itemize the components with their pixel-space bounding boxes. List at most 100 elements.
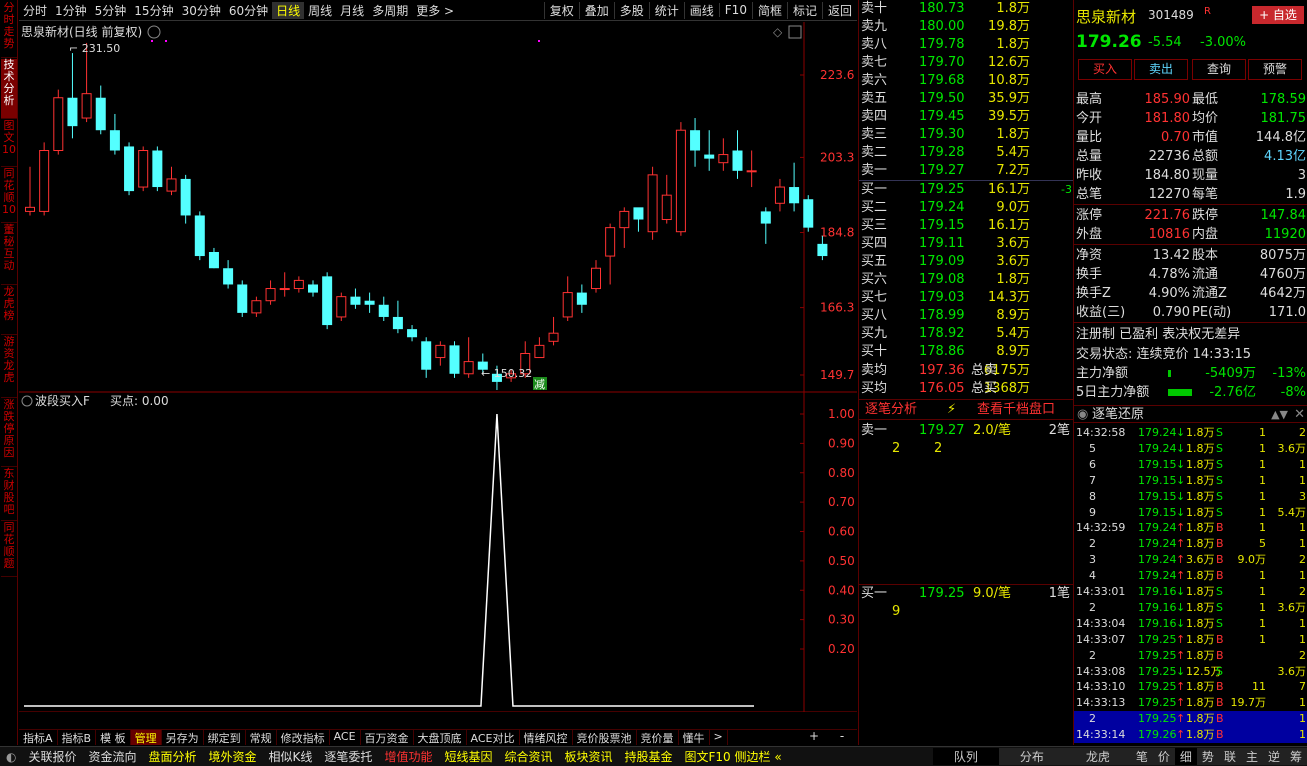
buy-level-2[interactable]: 买二 179.24 9.0万: [859, 199, 1074, 217]
left-tab-6[interactable]: 游资龙虎: [1, 336, 17, 398]
status-item-4[interactable]: 相似K线: [263, 748, 319, 765]
period-2[interactable]: 5分钟: [91, 2, 131, 19]
sell-level-3[interactable]: 卖三 179.30 1.8万: [859, 126, 1074, 144]
status-item-3[interactable]: 境外资金: [203, 748, 263, 765]
buy-level-1[interactable]: 买一 179.25 16.1万 -3: [859, 181, 1074, 199]
detail-tab-4[interactable]: 联: [1218, 748, 1241, 765]
period-1[interactable]: 1分钟: [51, 2, 91, 19]
detail-tab-2[interactable]: 细: [1174, 748, 1197, 765]
period-3[interactable]: 15分钟: [130, 2, 177, 19]
status-item-1[interactable]: 资金流向: [83, 748, 143, 765]
left-tab-4[interactable]: 董秘互动: [1, 224, 17, 285]
period-0[interactable]: 分时: [19, 2, 51, 19]
zoom-out-button[interactable]: -: [828, 729, 856, 745]
toolbar-right-8[interactable]: 返回: [821, 1, 857, 19]
avg-sell[interactable]: 卖均 197.36 6175万 总卖: [859, 362, 1074, 380]
indicator-tab-2[interactable]: 模 板: [96, 730, 131, 745]
period-5[interactable]: 60分钟: [225, 2, 272, 19]
avg-buy[interactable]: 买均 176.05 1368万 总买: [859, 380, 1074, 398]
indicator-tab-6[interactable]: 常规: [246, 730, 277, 745]
left-tab-8[interactable]: 东财股吧: [1, 468, 17, 521]
indicator-tab-10[interactable]: 大盘顶底: [414, 730, 467, 745]
queue-tab-1[interactable]: 分布: [998, 748, 1065, 765]
queue-tab-2[interactable]: 龙虎: [1064, 748, 1131, 765]
status-item-8[interactable]: 综合资讯: [498, 748, 558, 765]
indicator-tab-15[interactable]: 懂牛: [679, 730, 710, 745]
left-tab-5[interactable]: 龙虎榜: [1, 286, 17, 335]
buy-level-7[interactable]: 买七 179.03 14.3万: [859, 289, 1074, 307]
toolbar-right-0[interactable]: 复权: [543, 1, 579, 19]
status-item-0[interactable]: 关联报价: [22, 748, 82, 765]
sell-level-4[interactable]: 卖四 179.45 39.5万: [859, 108, 1074, 126]
close-icon[interactable]: ✕: [1294, 406, 1305, 423]
trade-button-2[interactable]: 查询: [1192, 59, 1246, 80]
buy-level-10[interactable]: 买十 178.86 8.9万: [859, 343, 1074, 361]
indicator-tab-0[interactable]: 指标A: [19, 730, 58, 745]
period-7[interactable]: 周线: [304, 2, 336, 19]
sell-level-2[interactable]: 卖二 179.28 5.4万: [859, 144, 1074, 162]
chevron-down-icon[interactable]: ◉: [1077, 406, 1088, 423]
trade-button-3[interactable]: 预警: [1248, 59, 1302, 80]
indicator-tab-16[interactable]: >: [710, 730, 728, 745]
status-item-10[interactable]: 持股基金: [619, 748, 679, 765]
left-tab-9[interactable]: 同花顺题: [1, 522, 17, 577]
toolbar-right-3[interactable]: 统计: [648, 1, 684, 19]
status-item-6[interactable]: 增值功能: [378, 748, 438, 765]
sell-level-1[interactable]: 卖一 179.27 7.2万: [859, 162, 1074, 180]
buy-level-6[interactable]: 买六 179.08 1.8万: [859, 271, 1074, 289]
toolbar-right-4[interactable]: 画线: [683, 1, 719, 19]
trade-button-0[interactable]: 买入: [1078, 59, 1132, 80]
left-tab-7[interactable]: 涨跌停原因: [1, 399, 17, 467]
tab-tick-analysis[interactable]: 逐笔分析: [865, 400, 917, 420]
detail-tab-3[interactable]: 势: [1196, 748, 1219, 765]
indicator-tab-9[interactable]: 百万资金: [361, 730, 414, 745]
toolbar-right-5[interactable]: F10: [718, 3, 752, 17]
indicator-tab-5[interactable]: 绑定到: [204, 730, 246, 745]
detail-tab-7[interactable]: 筹: [1284, 748, 1307, 765]
sell-level-5[interactable]: 卖五 179.50 35.9万: [859, 90, 1074, 108]
sell-level-8[interactable]: 卖八 179.78 1.8万: [859, 36, 1074, 54]
period-10[interactable]: 更多 >: [412, 2, 458, 19]
period-9[interactable]: 多周期: [368, 2, 412, 19]
zoom-in-button[interactable]: +: [800, 729, 828, 745]
buy-level-8[interactable]: 买八 178.99 8.9万: [859, 307, 1074, 325]
period-6[interactable]: 日线: [272, 1, 305, 19]
buy-level-5[interactable]: 买五 179.09 3.6万: [859, 253, 1074, 271]
filter-icon[interactable]: ▲▼: [1271, 406, 1288, 423]
detail-tab-1[interactable]: 价: [1152, 748, 1175, 765]
toolbar-right-6[interactable]: 简框: [751, 1, 787, 19]
tab-level-book[interactable]: 查看千档盘口: [977, 400, 1055, 420]
tick-buy1[interactable]: 买一 179.25 9.0/笔 1笔: [859, 585, 1074, 603]
buy-level-3[interactable]: 买三 179.15 16.1万: [859, 217, 1074, 235]
indicator-tab-12[interactable]: 情绪风控: [520, 730, 573, 745]
diamond-icon[interactable]: ◇: [773, 25, 783, 39]
status-item-7[interactable]: 短线基因: [438, 748, 498, 765]
indicator-tab-13[interactable]: 竞价股票池: [573, 730, 637, 745]
detail-tab-5[interactable]: 主: [1240, 748, 1263, 765]
left-tab-1[interactable]: 技术分析: [1, 59, 17, 119]
buy-level-4[interactable]: 买四 179.11 3.6万: [859, 235, 1074, 253]
status-item-2[interactable]: 盘面分析: [143, 748, 203, 765]
detail-tab-0[interactable]: 笔: [1130, 748, 1153, 765]
detail-tab-6[interactable]: 逆: [1262, 748, 1285, 765]
toolbar-right-7[interactable]: 标记: [786, 1, 822, 19]
queue-tab-0[interactable]: 队列: [932, 748, 999, 765]
indicator-tab-3[interactable]: 管理: [130, 730, 162, 745]
indicator-tab-1[interactable]: 指标B: [58, 730, 97, 745]
left-tab-3[interactable]: 同花顺10: [1, 168, 17, 223]
indicator-tab-8[interactable]: ACE: [330, 730, 361, 745]
sell-level-6[interactable]: 卖六 179.68 10.8万: [859, 72, 1074, 90]
add-favorite-button[interactable]: + 自选: [1252, 6, 1304, 24]
trade-button-1[interactable]: 卖出: [1134, 59, 1188, 80]
period-8[interactable]: 月线: [336, 2, 368, 19]
period-4[interactable]: 30分钟: [178, 2, 225, 19]
indicator-tab-11[interactable]: ACE对比: [467, 730, 520, 745]
sell-level-10[interactable]: 卖十 180.73 1.8万: [859, 0, 1074, 18]
indicator-tab-7[interactable]: 修改指标: [277, 730, 330, 745]
kline-chart[interactable]: 思泉新材(日线 前复权) ◇ 223.6 203.3 184.8 166.3 149.7 ⌐ …: [19, 22, 857, 712]
left-tab-2[interactable]: 图文10: [1, 120, 17, 167]
toolbar-right-2[interactable]: 多股: [613, 1, 649, 19]
indicator-tab-4[interactable]: 另存为: [162, 730, 204, 745]
status-item-9[interactable]: 板块资讯: [558, 748, 618, 765]
indicator-tab-14[interactable]: 竞价量: [637, 730, 679, 745]
